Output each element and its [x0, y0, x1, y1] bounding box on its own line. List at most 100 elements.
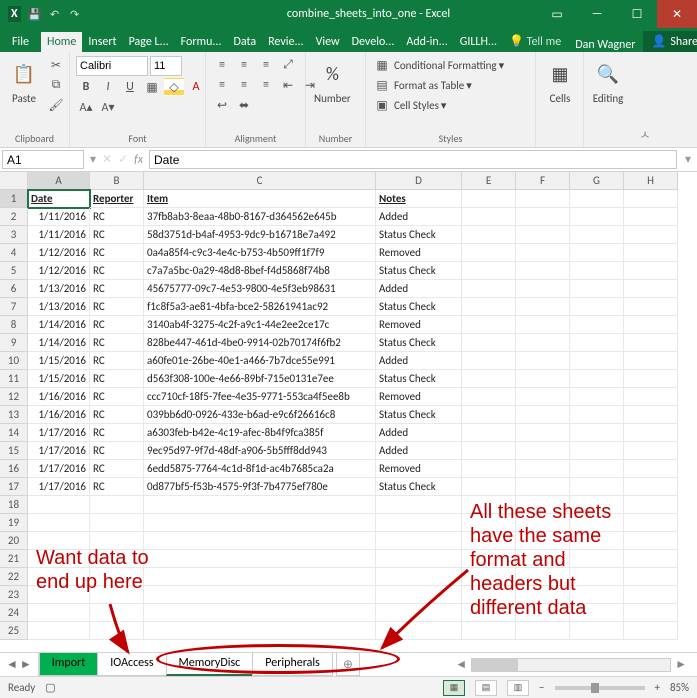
cell-empty[interactable]: [516, 478, 570, 496]
cell-item[interactable]: a6303feb-b42e-4c19-afec-8b4f9fca385f: [144, 424, 376, 442]
cell-reporter[interactable]: RC: [90, 280, 144, 298]
cell-item[interactable]: a60fe01e-26be-40e1-a466-7b7dce55e991: [144, 352, 376, 370]
cell-empty[interactable]: [624, 388, 678, 406]
cell-item[interactable]: 58d3751d-b4af-4953-9dc9-b16718e7a492: [144, 226, 376, 244]
cell-styles-button[interactable]: ▣Cell Styles ▾: [372, 96, 446, 114]
cell-empty[interactable]: [624, 298, 678, 316]
number-format-button[interactable]: % Number: [312, 56, 353, 107]
align-top-icon[interactable]: ≡: [212, 56, 232, 74]
cell-empty[interactable]: [462, 316, 516, 334]
font-color-button[interactable]: A: [186, 78, 206, 96]
cell-item[interactable]: ccc710cf-18f5-7fee-4e35-9771-553ca4f5ee8…: [144, 388, 376, 406]
cell-empty[interactable]: [570, 496, 624, 514]
cell-notes[interactable]: Added: [376, 352, 462, 370]
cell-reporter[interactable]: RC: [90, 370, 144, 388]
align-center-icon[interactable]: ≡: [234, 76, 254, 94]
user-name[interactable]: Dan Wagner: [567, 38, 643, 52]
tell-me[interactable]: 💡 Tell me: [503, 31, 567, 52]
row-header[interactable]: 10: [0, 352, 28, 370]
cell-empty[interactable]: [516, 262, 570, 280]
share-button[interactable]: 👤Share: [643, 31, 697, 52]
cell-empty[interactable]: [462, 226, 516, 244]
cell-notes[interactable]: Removed: [376, 316, 462, 334]
column-header[interactable]: G: [570, 172, 624, 190]
new-sheet-button[interactable]: ⊕: [336, 653, 360, 676]
cell-empty[interactable]: [376, 568, 462, 586]
cell-empty[interactable]: [570, 370, 624, 388]
cell-empty[interactable]: [624, 496, 678, 514]
cell-date[interactable]: 1/16/2016: [28, 388, 90, 406]
cell-empty[interactable]: [570, 280, 624, 298]
cell-empty[interactable]: [516, 586, 570, 604]
cell-empty[interactable]: [376, 604, 462, 622]
cell[interactable]: [570, 190, 624, 208]
tab-data[interactable]: Data: [227, 32, 262, 52]
view-page-layout-icon[interactable]: ▤: [475, 680, 497, 696]
cancel-formula-icon[interactable]: ✕: [102, 152, 112, 167]
merge-center-icon[interactable]: ⬌: [234, 96, 254, 114]
align-left-icon[interactable]: ≡: [212, 76, 232, 94]
cell-empty[interactable]: [516, 514, 570, 532]
cell-item[interactable]: 0a4a85f4-c9c3-4e4c-b753-4b509ff1f7f9: [144, 244, 376, 262]
cell[interactable]: Reporter: [90, 190, 144, 208]
cell-empty[interactable]: [516, 280, 570, 298]
row-header[interactable]: 14: [0, 424, 28, 442]
cell-empty[interactable]: [570, 586, 624, 604]
undo-icon[interactable]: ↶: [47, 6, 63, 22]
cell-empty[interactable]: [570, 334, 624, 352]
cell-empty[interactable]: [624, 424, 678, 442]
cell-item[interactable]: 0d877bf5-f53b-4575-9f3f-7b4775ef780e: [144, 478, 376, 496]
cell-empty[interactable]: [28, 622, 90, 640]
tab-formulas[interactable]: Formu...: [175, 32, 228, 52]
cell-empty[interactable]: [376, 532, 462, 550]
tab-insert[interactable]: Insert: [82, 32, 122, 52]
column-header[interactable]: A: [28, 172, 90, 190]
cell-empty[interactable]: [462, 496, 516, 514]
row-header[interactable]: 17: [0, 478, 28, 496]
cell-empty[interactable]: [90, 604, 144, 622]
cell-empty[interactable]: [624, 550, 678, 568]
cell-reporter[interactable]: RC: [90, 406, 144, 424]
cell-empty[interactable]: [570, 514, 624, 532]
cell-empty[interactable]: [516, 298, 570, 316]
row-header[interactable]: 21: [0, 550, 28, 568]
cell[interactable]: [516, 190, 570, 208]
fill-color-button[interactable]: ◇: [164, 78, 184, 96]
cell-empty[interactable]: [462, 442, 516, 460]
cell-empty[interactable]: [516, 550, 570, 568]
namebox-dropdown-icon[interactable]: ▾: [90, 152, 96, 167]
cell-empty[interactable]: [624, 208, 678, 226]
cell-notes[interactable]: Status Check: [376, 262, 462, 280]
cell-notes[interactable]: Added: [376, 280, 462, 298]
cell-empty[interactable]: [462, 370, 516, 388]
row-header[interactable]: 7: [0, 298, 28, 316]
zoom-in-icon[interactable]: +: [655, 681, 660, 694]
cell-date[interactable]: 1/11/2016: [28, 208, 90, 226]
tab-review[interactable]: Revie...: [262, 32, 309, 52]
cell-empty[interactable]: [144, 514, 376, 532]
cell-empty[interactable]: [624, 226, 678, 244]
cell-reporter[interactable]: RC: [90, 352, 144, 370]
cell-empty[interactable]: [570, 478, 624, 496]
cell-empty[interactable]: [144, 622, 376, 640]
indent-decrease-icon[interactable]: ⇤: [278, 76, 298, 94]
cell-empty[interactable]: [462, 550, 516, 568]
cell-item[interactable]: 6edd5875-7764-4c1d-8f1d-ac4b7685ca2a: [144, 460, 376, 478]
underline-button[interactable]: U: [120, 78, 140, 96]
cell-reporter[interactable]: RC: [90, 388, 144, 406]
sheet-tab-memorydisc[interactable]: MemoryDisc: [166, 653, 254, 676]
align-right-icon[interactable]: ≡: [256, 76, 276, 94]
cell-empty[interactable]: [28, 532, 90, 550]
cell-empty[interactable]: [624, 406, 678, 424]
row-header[interactable]: 15: [0, 442, 28, 460]
cell-empty[interactable]: [462, 352, 516, 370]
cell-empty[interactable]: [570, 550, 624, 568]
cell-item[interactable]: 828be447-461d-4be0-9914-02b70174f6fb2: [144, 334, 376, 352]
cell-empty[interactable]: [624, 244, 678, 262]
cell-empty[interactable]: [570, 622, 624, 640]
cell-empty[interactable]: [624, 478, 678, 496]
cell-empty[interactable]: [28, 496, 90, 514]
bold-button[interactable]: B: [76, 78, 96, 96]
worksheet-area[interactable]: ABCDEFGH1DateReporterItemNotes21/11/2016…: [0, 172, 697, 652]
row-header[interactable]: 19: [0, 514, 28, 532]
